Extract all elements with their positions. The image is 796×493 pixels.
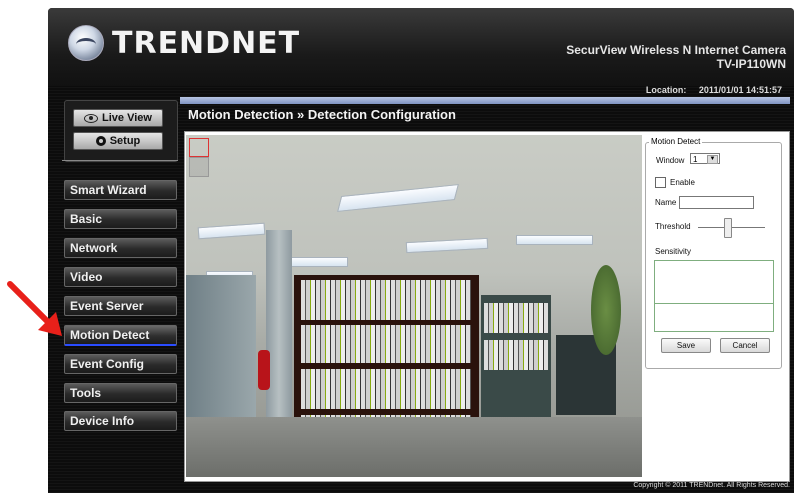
window-select-value: 1 bbox=[693, 155, 698, 164]
detection-window-1[interactable] bbox=[189, 138, 209, 157]
nav-motion-detect[interactable]: Motion Detect bbox=[64, 325, 177, 346]
nav-basic[interactable]: Basic bbox=[64, 209, 177, 229]
timestamp: 2011/01/01 14:51:57 bbox=[698, 85, 782, 95]
sensitivity-indicator bbox=[654, 303, 774, 332]
product-line-2: TV-IP110WN bbox=[716, 57, 786, 71]
page-title: Motion Detection » Detection Configurati… bbox=[188, 107, 456, 122]
threshold-slider-thumb[interactable] bbox=[724, 218, 733, 238]
fire-extinguisher bbox=[258, 350, 270, 390]
books-row bbox=[484, 303, 548, 333]
product-line-1: SecurView Wireless N Internet Camera bbox=[566, 43, 786, 57]
enable-label: Enable bbox=[670, 178, 695, 187]
annotation-arrow-icon bbox=[7, 281, 62, 336]
save-button[interactable]: Save bbox=[661, 338, 711, 353]
sensitivity-label: Sensitivity bbox=[655, 247, 692, 256]
nav-event-config[interactable]: Event Config bbox=[64, 354, 177, 374]
books-row bbox=[301, 280, 471, 320]
eye-icon bbox=[84, 113, 99, 123]
nav-tools[interactable]: Tools bbox=[64, 383, 177, 403]
name-input[interactable] bbox=[679, 196, 754, 209]
nav-video[interactable]: Video bbox=[64, 267, 177, 287]
floor bbox=[186, 417, 642, 477]
location-label: Location: bbox=[645, 85, 687, 95]
window-select[interactable]: 1 ▼ bbox=[690, 153, 720, 164]
setup-button[interactable]: Setup bbox=[73, 132, 163, 150]
nav-smart-wizard[interactable]: Smart Wizard bbox=[64, 180, 177, 200]
live-view-button[interactable]: Live View bbox=[73, 109, 163, 127]
camera-video-feed[interactable] bbox=[186, 135, 642, 477]
books-row bbox=[301, 369, 471, 409]
setup-label: Setup bbox=[109, 135, 141, 147]
nav-device-info[interactable]: Device Info bbox=[64, 411, 177, 431]
nav-network[interactable]: Network bbox=[64, 238, 177, 258]
cancel-button[interactable]: Cancel bbox=[720, 338, 770, 353]
content-accent-bar bbox=[180, 97, 790, 104]
live-view-label: Live View bbox=[102, 112, 152, 124]
ceiling-light bbox=[516, 235, 593, 245]
product-name: SecurView Wireless N Internet Camera TV-… bbox=[566, 43, 786, 71]
location-bar: Location: 2011/01/01 14:51:57 bbox=[636, 85, 782, 95]
motion-detect-legend: Motion Detect bbox=[649, 137, 703, 146]
sensitivity-graph bbox=[654, 260, 774, 304]
plant bbox=[591, 265, 621, 355]
gear-icon bbox=[95, 136, 106, 146]
ceiling-light bbox=[337, 184, 459, 212]
trendnet-logo-icon bbox=[68, 25, 104, 61]
enable-checkbox[interactable] bbox=[655, 177, 666, 188]
ceiling-light bbox=[405, 237, 489, 254]
copyright-text: Copyright © 2011 TRENDnet. All Rights Re… bbox=[633, 482, 790, 489]
chevron-down-icon: ▼ bbox=[707, 155, 718, 164]
books-row bbox=[301, 325, 471, 363]
detection-window-handle[interactable] bbox=[189, 157, 209, 177]
sidebar-divider bbox=[62, 160, 178, 161]
name-label: Name bbox=[655, 198, 677, 207]
books-row bbox=[484, 340, 548, 370]
threshold-label: Threshold bbox=[655, 222, 691, 231]
nav-event-server[interactable]: Event Server bbox=[64, 296, 177, 316]
window-label: Window bbox=[656, 156, 685, 165]
logo-text: TRENDNET bbox=[112, 25, 301, 61]
brand-logo: TRENDNET bbox=[68, 25, 300, 61]
ceiling-light bbox=[291, 257, 348, 267]
ceiling-light bbox=[197, 222, 266, 240]
